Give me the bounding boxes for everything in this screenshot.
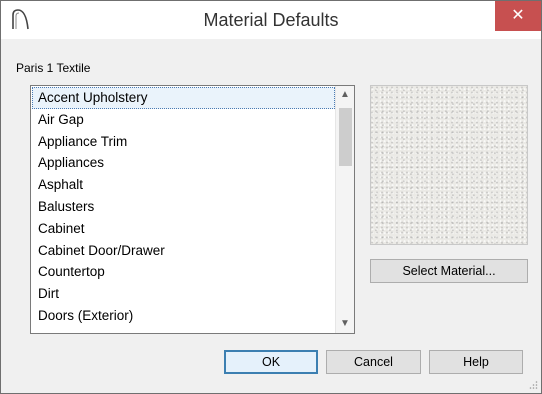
- ok-button[interactable]: OK: [224, 350, 318, 374]
- list-item[interactable]: Cabinet: [32, 218, 335, 240]
- list-item[interactable]: Dirt: [32, 283, 335, 305]
- list-scrollbar[interactable]: ▲ ▼: [335, 86, 354, 333]
- list-item[interactable]: Accent Upholstery: [32, 87, 335, 109]
- chevron-up-icon: ▲: [340, 89, 350, 100]
- select-material-button[interactable]: Select Material...: [370, 259, 528, 283]
- list-item[interactable]: Asphalt: [32, 174, 335, 196]
- list-item[interactable]: Air Gap: [32, 109, 335, 131]
- list-item[interactable]: Balusters: [32, 196, 335, 218]
- list-item[interactable]: Doors (Exterior): [32, 305, 335, 327]
- material-preview: [370, 85, 528, 245]
- chevron-down-icon: ▼: [340, 318, 350, 329]
- material-name-label: Paris 1 Textile: [16, 61, 91, 75]
- list-item[interactable]: Countertop: [32, 261, 335, 283]
- scroll-down-button[interactable]: ▼: [336, 315, 354, 333]
- cancel-button[interactable]: Cancel: [326, 350, 421, 374]
- list-item[interactable]: Appliance Trim: [32, 131, 335, 153]
- material-defaults-dialog: Material Defaults ✕ Paris 1 Textile Acce…: [0, 0, 542, 394]
- scroll-thumb[interactable]: [339, 108, 352, 166]
- window-title: Material Defaults: [203, 10, 339, 30]
- list-item[interactable]: Appliances: [32, 152, 335, 174]
- help-button[interactable]: Help: [429, 350, 523, 374]
- resize-grip-icon[interactable]: [528, 380, 538, 390]
- close-icon: ✕: [511, 7, 525, 24]
- list-item[interactable]: Cabinet Door/Drawer: [32, 240, 335, 262]
- list-items: Accent Upholstery Air Gap Appliance Trim Ap…: [32, 87, 335, 332]
- scroll-up-button[interactable]: ▲: [336, 86, 354, 104]
- material-category-list[interactable]: Accent Upholstery Air Gap Appliance Trim Ap…: [30, 85, 355, 334]
- close-button[interactable]: ✕: [495, 1, 541, 31]
- title-bar[interactable]: Material Defaults ✕: [1, 1, 541, 39]
